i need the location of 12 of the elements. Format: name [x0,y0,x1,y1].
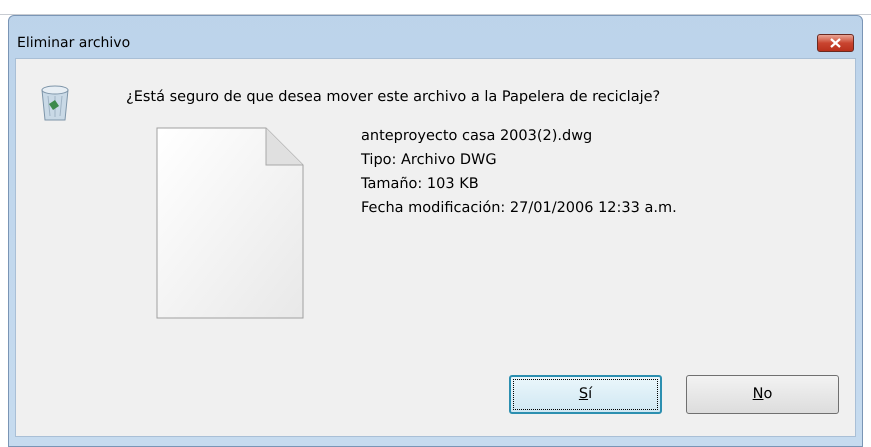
file-detail: Fecha modificación: 27/01/2006 12:33 a.m. [361,199,677,218]
file-detail: Tamaño: 103 KB [361,175,480,194]
window-title: Eliminar archivo [16,34,130,52]
file-detail: Tipo: Archivo DWG [361,151,498,170]
close-icon [830,38,841,48]
recycle-bin-icon [39,84,71,122]
confirmation-message: ¿Está seguro de que desea mover este archivo a la Papelera de reciclaje? [126,88,660,107]
close-button[interactable] [817,34,854,52]
file-name: anteproyecto casa 2003(2).dwg [361,127,594,146]
dialog-button[interactable]: Sí [509,375,662,414]
dialog-button[interactable]: No [686,375,839,414]
document-icon [156,127,304,319]
